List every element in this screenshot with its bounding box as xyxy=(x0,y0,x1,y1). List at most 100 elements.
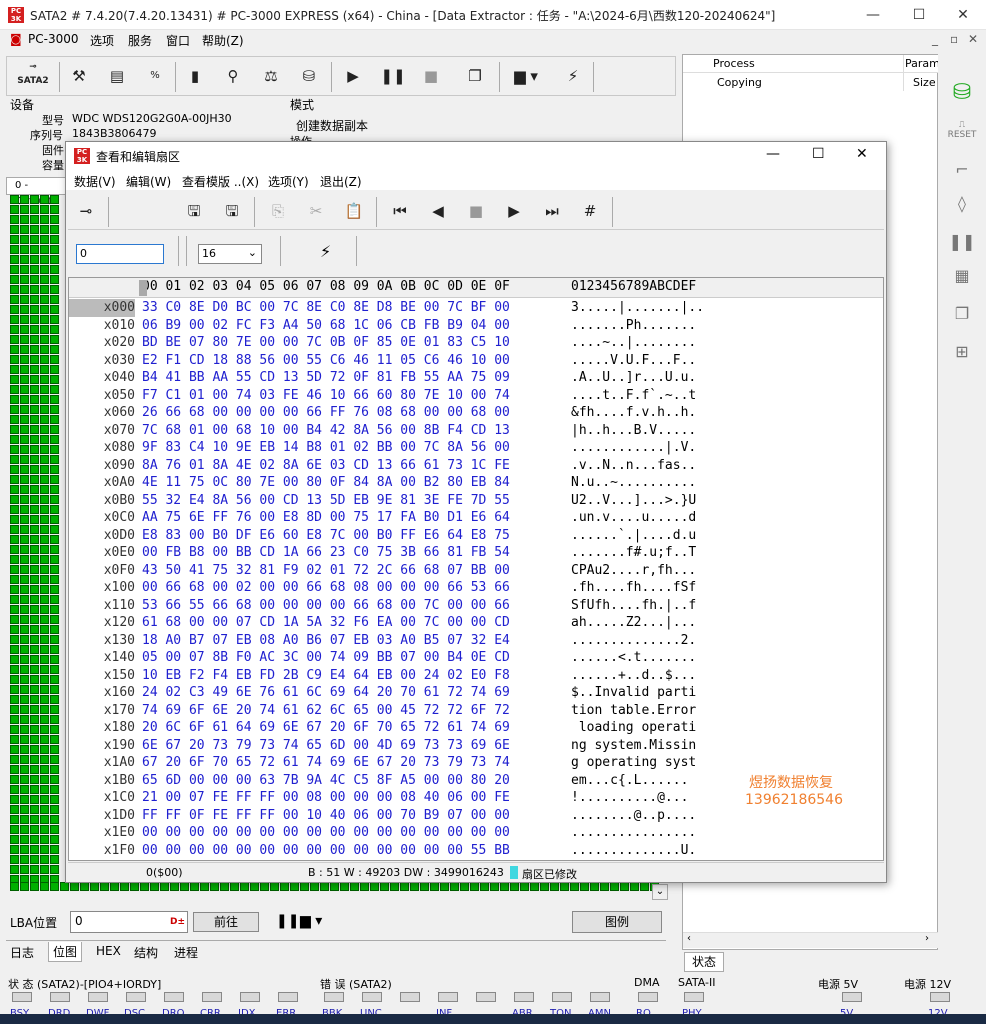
hex-row-bytes[interactable]: 55 32 E4 8A 56 00 CD 13 5D EB 9E 81 3E F… xyxy=(142,492,510,510)
tab-log[interactable]: 日志 xyxy=(10,944,34,961)
hex-row[interactable]: x120 61 68 00 00 07 CD 1A 5A 32 F6 EA 00 … xyxy=(69,614,883,632)
hex-row[interactable]: x1E0 00 00 00 00 00 00 00 00 00 00 00 00 … xyxy=(69,824,883,842)
hex-row-ascii[interactable]: tion table.Error xyxy=(571,702,696,720)
dmenu-template[interactable]: 查看模版 ..(X) xyxy=(182,173,259,190)
hex-row-ascii[interactable]: N.u..~.......... xyxy=(571,474,696,492)
hex-row-ascii[interactable]: .......f#.u;f..T xyxy=(571,544,696,562)
hex-row-ascii[interactable]: .v..N..n...fas.. xyxy=(571,457,696,475)
legend-button[interactable]: 图例 xyxy=(572,911,662,933)
hex-row-bytes[interactable]: 26 66 68 00 00 00 00 66 FF 76 08 68 00 0… xyxy=(142,404,510,422)
hex-row-bytes[interactable]: BD BE 07 80 7E 00 00 7C 0B 0F 85 0E 01 8… xyxy=(142,334,510,352)
menu-help[interactable]: 帮助(Z) xyxy=(202,32,244,49)
goto-button[interactable]: 前往 xyxy=(193,912,259,932)
hex-row-ascii[interactable]: g operating syst xyxy=(571,754,696,772)
hex-row[interactable]: x140 05 00 07 8B F0 AC 3C 00 74 09 BB 07 … xyxy=(69,649,883,667)
default-tab[interactable]: 0 - Default xyxy=(6,177,66,207)
hex-row[interactable]: x0E0 00 FB B8 00 BB CD 1A 66 23 C0 75 3B … xyxy=(69,544,883,562)
hex-row-ascii[interactable]: |h..h...B.V..... xyxy=(571,422,696,440)
hex-row-ascii[interactable]: CPAu2....r,fh... xyxy=(571,562,696,580)
hex-row[interactable]: x110 53 66 55 66 68 00 00 00 00 66 68 00 … xyxy=(69,597,883,615)
pause-side-icon[interactable]: ❚❚ xyxy=(946,232,978,260)
last-sector-icon[interactable]: ⏭ xyxy=(536,195,568,227)
hex-row-ascii[interactable]: ......+..d..$... xyxy=(571,667,696,685)
dmenu-edit[interactable]: 编辑(W) xyxy=(126,173,171,190)
database-icon[interactable]: ⛁ xyxy=(946,80,978,108)
hex-row[interactable]: x180 20 6C 6F 61 64 69 6E 67 20 6F 70 65 … xyxy=(69,719,883,737)
paste-icon[interactable]: 📋 xyxy=(338,195,370,227)
hex-row-bytes[interactable]: 10 EB F2 F4 EB FD 2B C9 E4 64 EB 00 24 0… xyxy=(142,667,510,685)
hex-row[interactable]: x160 24 02 C3 49 6E 76 61 6C 69 64 20 70 … xyxy=(69,684,883,702)
hex-row-bytes[interactable]: 43 50 41 75 32 81 F9 02 01 72 2C 66 68 0… xyxy=(142,562,510,580)
dialog-close-button[interactable]: ✕ xyxy=(856,146,868,162)
h-scrollbar[interactable]: ‹ › xyxy=(683,932,939,948)
hex-row-ascii[interactable]: .......Ph....... xyxy=(571,317,696,335)
hex-row-ascii[interactable]: ..............2. xyxy=(571,632,696,650)
dmenu-data[interactable]: 数据(V) xyxy=(74,173,116,190)
hex-row[interactable]: x040 B4 41 BB AA 55 CD 13 5D 72 0F 81 FB … xyxy=(69,369,883,387)
sata2-port-button[interactable]: ⊸ SATA2 xyxy=(11,60,55,92)
scroll-right-icon[interactable]: › xyxy=(925,933,929,944)
copy-side-icon[interactable]: ❐ xyxy=(946,304,978,332)
save-as-icon[interactable]: 🖫 xyxy=(216,195,248,227)
stop-sector-icon[interactable]: ■ xyxy=(460,195,492,227)
play-button[interactable]: ▶ xyxy=(337,60,369,92)
prev-sector-icon[interactable]: ◀ xyxy=(422,195,454,227)
hex-row[interactable]: x1D0 FF FF 0F FE FF FF 00 10 40 06 00 70 … xyxy=(69,807,883,825)
hex-row-ascii[interactable]: SfUfh....fh.|..f xyxy=(571,597,696,615)
hex-row-ascii[interactable]: $..Invalid parti xyxy=(571,684,696,702)
mdi-restore-icon[interactable]: ▫ xyxy=(950,32,958,46)
reset-icon[interactable]: ⎍ RESET xyxy=(946,120,978,148)
tools-icon[interactable]: ⚒ xyxy=(63,60,95,92)
hex-row-bytes[interactable]: 00 FB B8 00 BB CD 1A 66 23 C0 75 3B 66 8… xyxy=(142,544,510,562)
hex-row-bytes[interactable]: 05 00 07 8B F0 AC 3C 00 74 09 BB 07 00 B… xyxy=(142,649,510,667)
stop-button[interactable]: ■ xyxy=(415,60,447,92)
hex-row-bytes[interactable]: 7C 68 01 00 68 10 00 B4 42 8A 56 00 8B F… xyxy=(142,422,510,440)
next-sector-icon[interactable]: ▶ xyxy=(498,195,530,227)
goto-sector-icon[interactable]: # xyxy=(574,195,606,227)
hex-row-ascii[interactable]: loading operati xyxy=(571,719,696,737)
monitor-dropdown-icon[interactable]: ▆ ▾ xyxy=(503,60,549,92)
hex-row-ascii[interactable]: ah.....Z2...|... xyxy=(571,614,696,632)
runner-icon[interactable]: ⚡ xyxy=(557,60,589,92)
tab-bitmap[interactable]: 位图 xyxy=(48,942,83,962)
tab-structure[interactable]: 结构 xyxy=(134,944,158,961)
binoculars-icon[interactable]: ⚲ xyxy=(217,60,249,92)
tab-process[interactable]: 进程 xyxy=(174,944,198,961)
hex-row-ascii[interactable]: ............|.V. xyxy=(571,439,696,457)
hex-row-bytes[interactable]: FF FF 0F FE FF FF 00 10 40 06 00 70 B9 0… xyxy=(142,807,510,825)
close-button[interactable]: ✕ xyxy=(940,0,986,30)
hex-row-ascii[interactable]: ......`.|....d.u xyxy=(571,527,696,545)
hex-row-ascii[interactable]: ..............U. xyxy=(571,842,696,860)
hex-row-ascii[interactable]: ng system.Missin xyxy=(571,737,696,755)
hex-row[interactable]: x1F0 00 00 00 00 00 00 00 00 00 00 00 00 … xyxy=(69,842,883,860)
minimize-button[interactable]: — xyxy=(850,0,896,30)
monitor-icon[interactable]: ▆ ▾ xyxy=(300,913,322,929)
pause-icon[interactable]: ❚❚ xyxy=(276,913,299,929)
hex-row[interactable]: x000 33 C0 8E D0 BC 00 7C 8E C0 8E D8 BE … xyxy=(69,299,883,317)
hex-row[interactable]: x0A0 4E 11 75 0C 80 7E 00 80 0F 84 8A 00 … xyxy=(69,474,883,492)
hex-row[interactable]: x0B0 55 32 E4 8A 56 00 CD 13 5D EB 9E 81 … xyxy=(69,492,883,510)
hex-row-bytes[interactable]: 00 66 68 00 02 00 00 66 68 08 00 00 00 6… xyxy=(142,579,510,597)
col-param[interactable]: Param xyxy=(905,57,940,70)
dmenu-options[interactable]: 选项(Y) xyxy=(268,173,309,190)
hex-row-ascii[interactable]: em...c{.L...... xyxy=(571,772,688,790)
hex-row[interactable]: x190 6E 67 20 73 79 73 74 65 6D 00 4D 69 … xyxy=(69,737,883,755)
hex-row-bytes[interactable]: 4E 11 75 0C 80 7E 00 80 0F 84 8A 00 B2 8… xyxy=(142,474,510,492)
menu-window[interactable]: 窗口 xyxy=(166,32,190,49)
hex-row[interactable]: x150 10 EB F2 F4 EB FD 2B C9 E4 64 EB 00 … xyxy=(69,667,883,685)
hex-row-bytes[interactable]: 21 00 07 FE FF FF 00 08 00 00 00 08 40 0… xyxy=(142,789,510,807)
power-step-icon[interactable]: ⌐ xyxy=(946,160,978,188)
hex-row[interactable]: x060 26 66 68 00 00 00 00 66 FF 76 08 68 … xyxy=(69,404,883,422)
dialog-maximize-button[interactable]: ☐ xyxy=(812,146,825,162)
save-icon[interactable]: 🖫 xyxy=(178,195,210,227)
menu-pc3000[interactable]: PC-3000 xyxy=(28,32,78,46)
hex-row-bytes[interactable]: AA 75 6E FF 76 00 E8 8D 00 75 17 FA B0 D… xyxy=(142,509,510,527)
hex-row[interactable]: x020 BD BE 07 80 7E 00 00 7C 0B 0F 85 0E … xyxy=(69,334,883,352)
hex-row[interactable]: x0F0 43 50 41 75 32 81 F9 02 01 72 2C 66 … xyxy=(69,562,883,580)
col-process[interactable]: Process xyxy=(713,57,755,70)
hex-row[interactable]: x170 74 69 6F 6E 20 74 61 62 6C 65 00 45 … xyxy=(69,702,883,720)
hex-row-ascii[interactable]: 3.....|.......|.. xyxy=(571,299,704,317)
hex-row[interactable]: x130 18 A0 B7 07 EB 08 A0 B6 07 EB 03 A0 … xyxy=(69,632,883,650)
hex-row-bytes[interactable]: E2 F1 CD 18 88 56 00 55 C6 46 11 05 C6 4… xyxy=(142,352,510,370)
status-tab[interactable]: 状态 xyxy=(684,952,724,972)
